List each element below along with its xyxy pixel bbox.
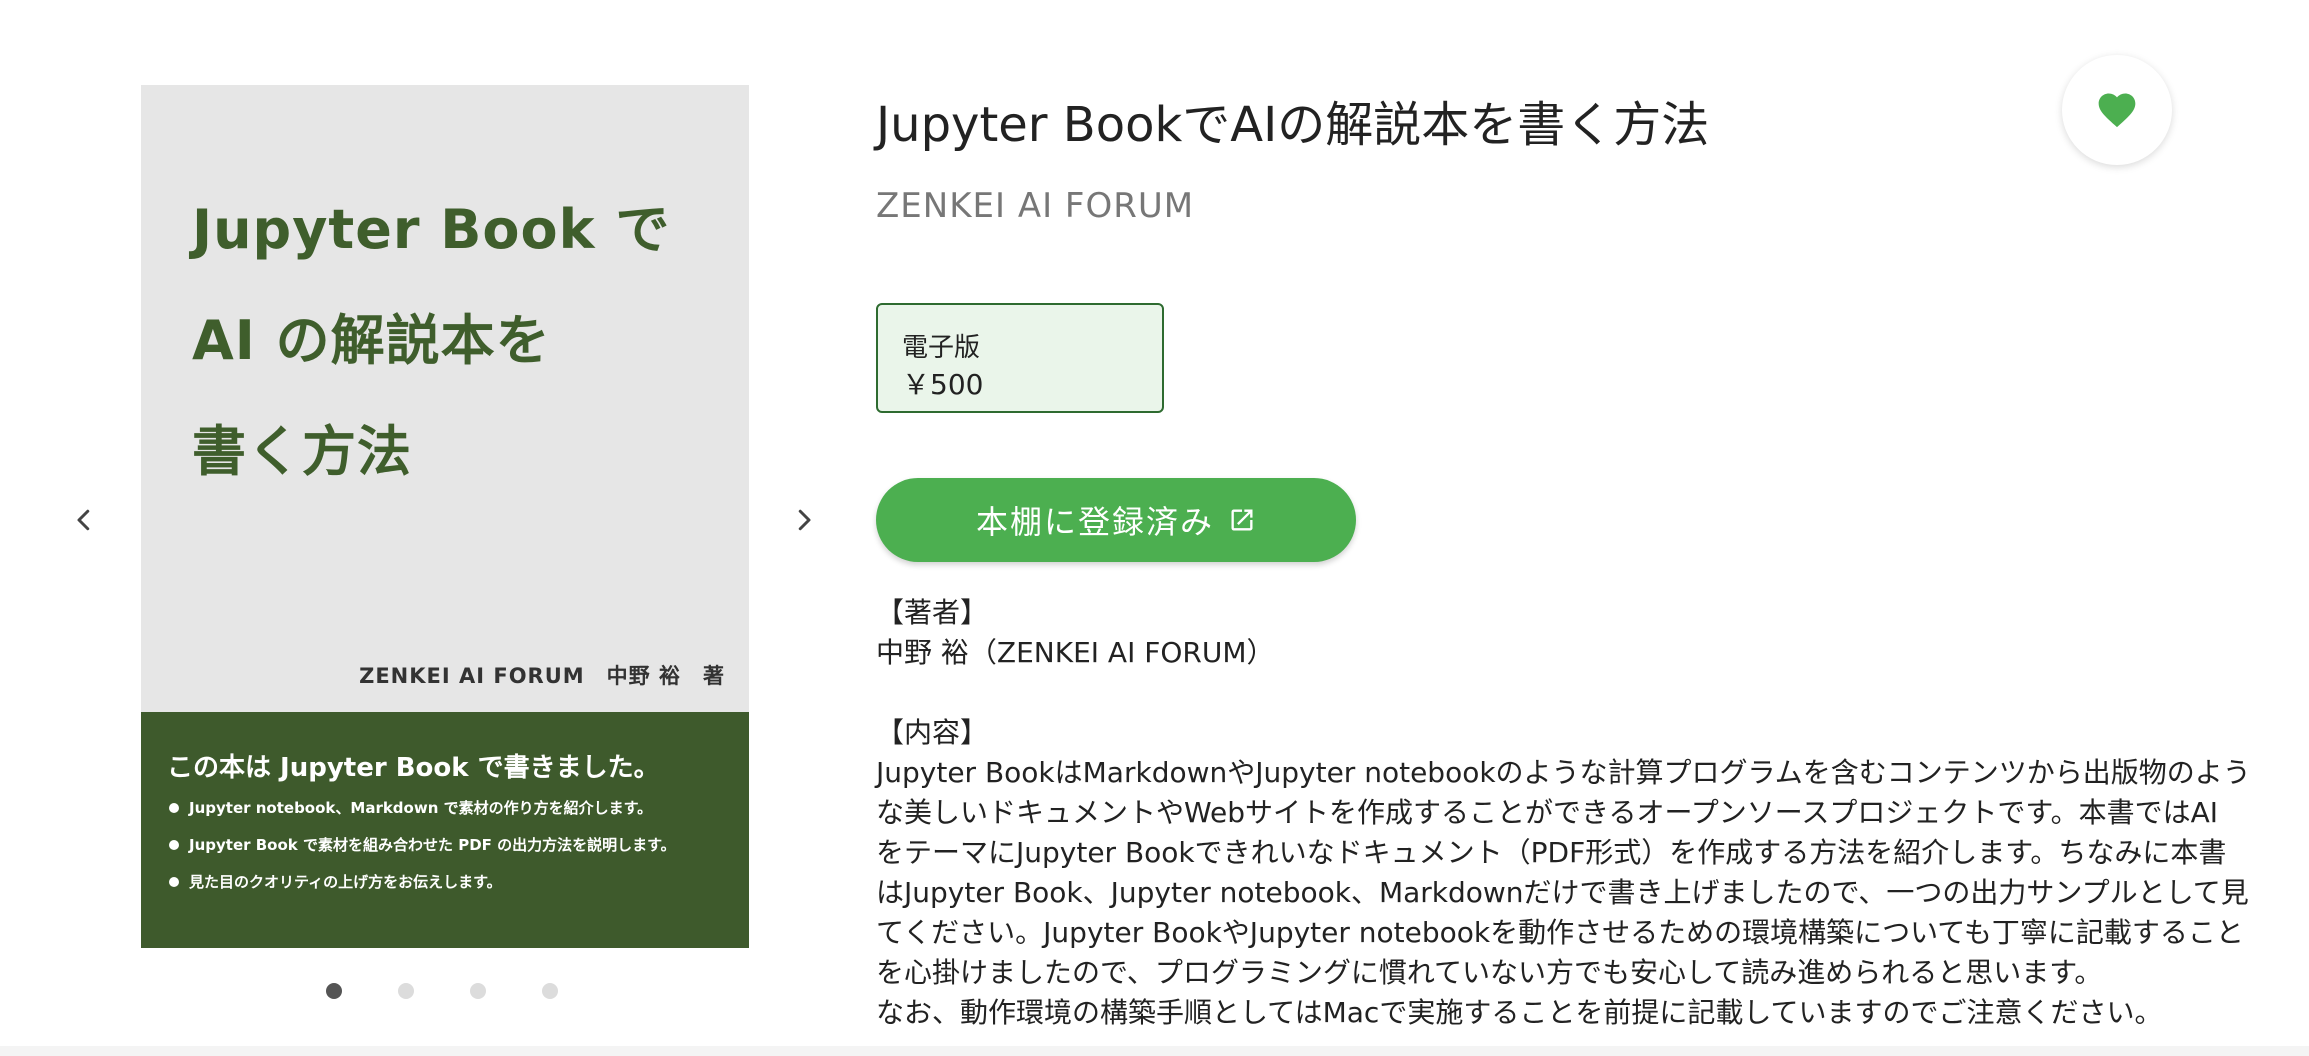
chevron-right-icon	[798, 509, 811, 531]
author-heading: 【著者】	[876, 596, 989, 629]
carousel-dots	[326, 983, 558, 999]
cover-title-line: 書く方法	[192, 420, 412, 483]
book-title: Jupyter BookでAIの解説本を書く方法	[876, 97, 1710, 153]
author-name: 中野 裕（ZENKEI AI FORUM）	[876, 636, 1275, 669]
cover-bullet-list: Jupyter notebook、Markdown で素材の作り方を紹介します。…	[169, 797, 676, 908]
bookshelf-registered-button[interactable]: 本棚に登録済み	[876, 478, 1356, 562]
favorite-button[interactable]	[2062, 55, 2172, 165]
cover-band: この本は Jupyter Book で書きました。 Jupyter notebo…	[141, 712, 749, 948]
carousel-prev-button[interactable]	[62, 498, 106, 542]
heart-icon	[2098, 93, 2136, 128]
description-line: をテーマにJupyter Bookできれいなドキュメント（PDF形式）を作成する…	[876, 836, 2227, 869]
chevron-left-icon	[77, 509, 90, 531]
cover-top-area: Jupyter Book で AI の解説本を 書く方法 ZENKEI AI F…	[141, 85, 749, 712]
external-link-icon	[1228, 506, 1256, 534]
price-value: ￥500	[902, 368, 984, 401]
description-line: Jupyter BookはMarkdownやJupyter notebookのよ…	[876, 756, 2251, 789]
bookshelf-button-label: 本棚に登録済み	[975, 503, 1214, 541]
carousel-dot-1[interactable]	[326, 983, 342, 999]
edition-price-option[interactable]: 電子版 ￥500	[876, 303, 1164, 413]
cover-title-line: Jupyter Book で	[192, 198, 671, 261]
cover-headline: この本は Jupyter Book で書きました。	[167, 753, 660, 783]
description-line: を心掛けましたので、プログラミングに慣れていない方でも安心して読み進められると思…	[876, 956, 2103, 989]
cover-bullet: Jupyter notebook、Markdown で素材の作り方を紹介します。	[169, 797, 676, 834]
publisher-name: ZENKEI AI FORUM	[876, 186, 1195, 226]
description-line: てください。Jupyter BookやJupyter notebookを動作させ…	[876, 916, 2244, 949]
carousel-dot-3[interactable]	[470, 983, 486, 999]
cover-bullet: Jupyter Book で素材を組み合わせた PDF の出力方法を説明します。	[169, 834, 676, 871]
description-line: な美しいドキュメントやWebサイトを作成することができるオープンソースプロジェク…	[876, 796, 2219, 829]
carousel-dot-4[interactable]	[542, 983, 558, 999]
cover-author: ZENKEI AI FORUM 中野 裕 著	[359, 664, 725, 688]
content-heading: 【内容】	[876, 716, 989, 749]
cover-bullet: 見た目のクオリティの上げ方をお伝えします。	[169, 871, 676, 908]
carousel-next-button[interactable]	[782, 498, 826, 542]
book-cover-image: Jupyter Book で AI の解説本を 書く方法 ZENKEI AI F…	[141, 85, 749, 948]
book-description: 【著者】 中野 裕（ZENKEI AI FORUM） 【内容】 Jupyter …	[876, 593, 2251, 1033]
edition-label: 電子版	[902, 333, 981, 363]
description-line: はJupyter Book、Jupyter notebook、Markdownだ…	[876, 876, 2249, 909]
description-line: なお、動作環境の構築手順としてはMacで実施することを前提に記載していますのでご…	[876, 996, 2163, 1029]
cover-title-line: AI の解説本を	[192, 309, 551, 372]
carousel-dot-2[interactable]	[398, 983, 414, 999]
